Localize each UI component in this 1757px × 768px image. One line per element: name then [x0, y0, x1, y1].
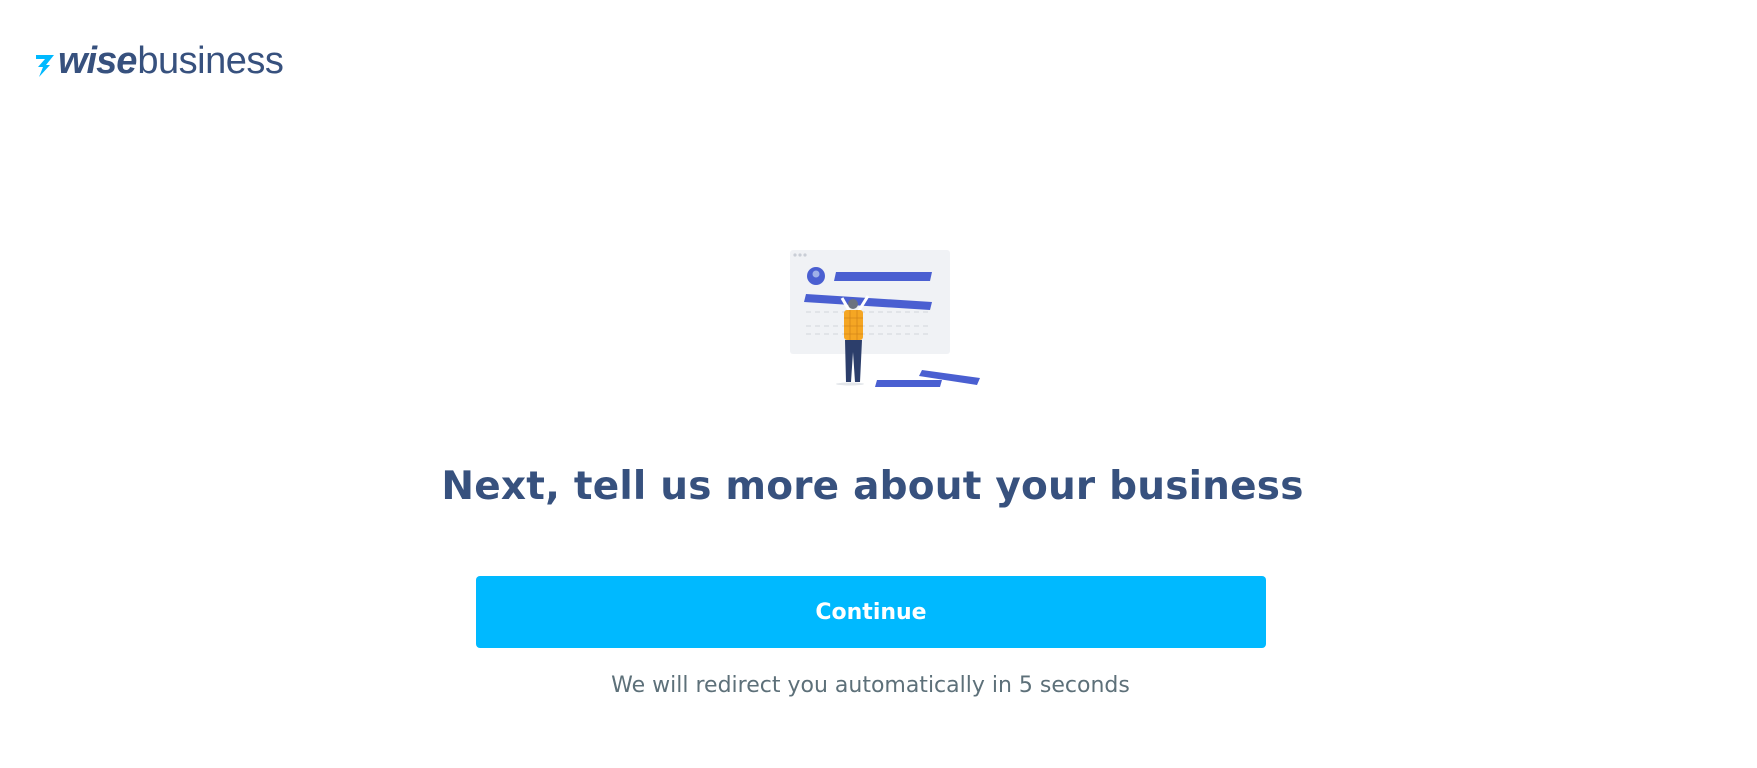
continue-button[interactable]: Continue: [476, 576, 1266, 648]
main-content: Next, tell us more about your business C…: [0, 0, 1757, 768]
page-headline: Next, tell us more about your business: [441, 464, 1304, 509]
redirect-countdown-note: We will redirect you automatically in 5 …: [611, 673, 1130, 698]
illustration-person-legs: [845, 340, 862, 382]
illustration-person-head: [848, 299, 858, 309]
business-form-illustration: [790, 250, 980, 387]
illustration-person-shirt: [844, 310, 863, 340]
